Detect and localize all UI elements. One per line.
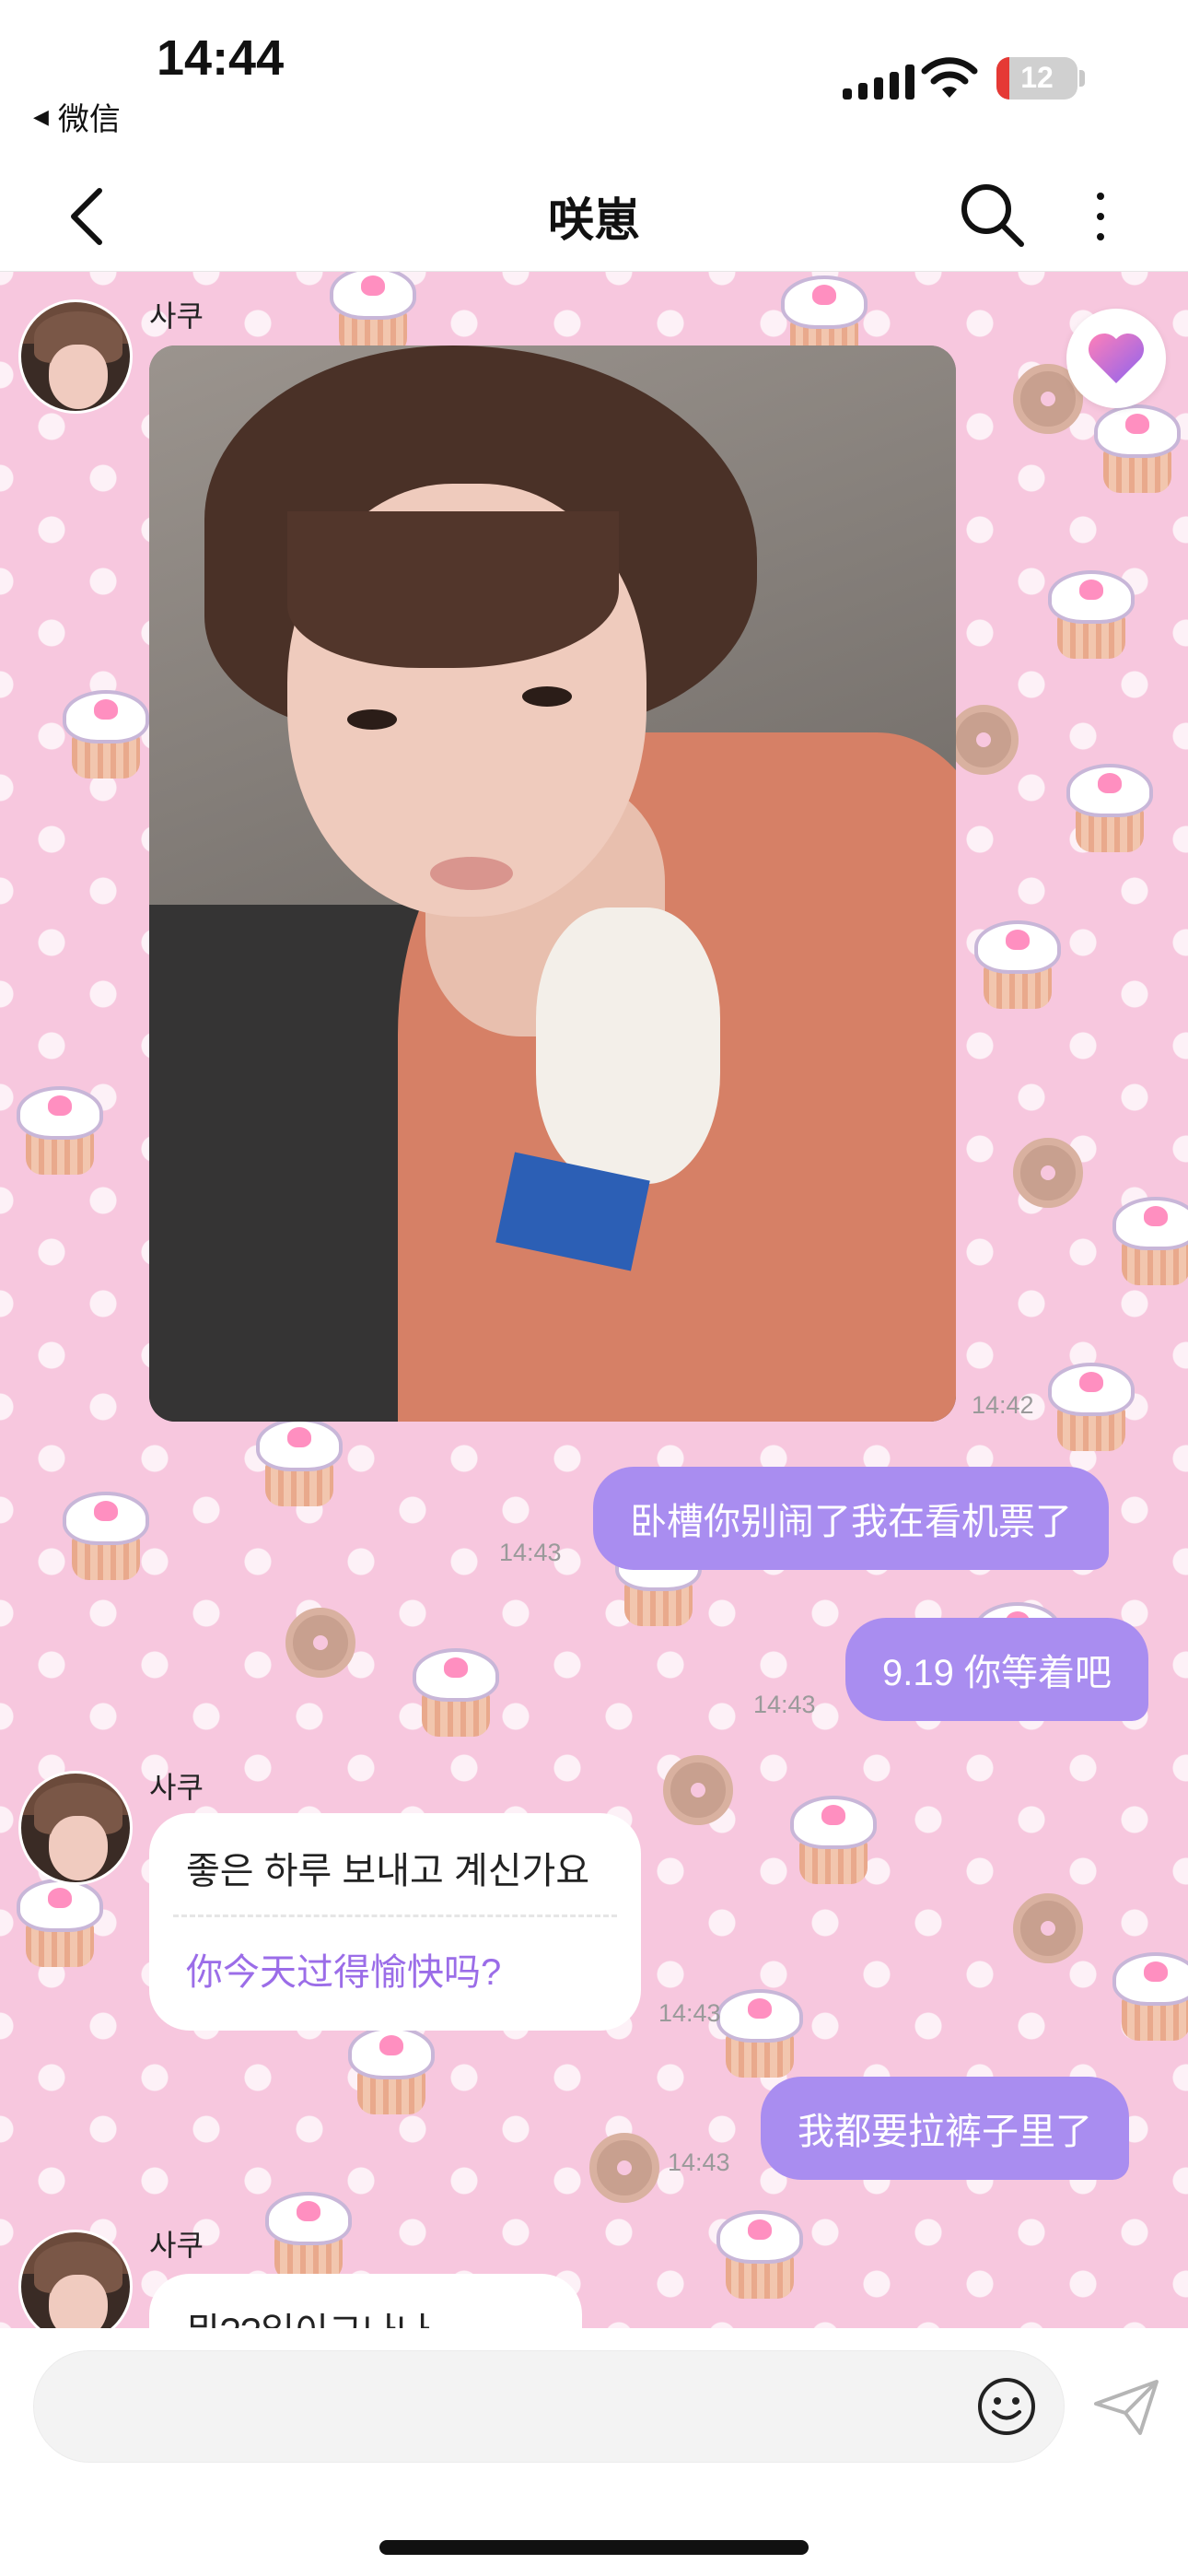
cupcake-decoration xyxy=(55,686,157,779)
avatar[interactable] xyxy=(18,299,133,414)
avatar[interactable] xyxy=(18,1771,133,1885)
back-to-app-link[interactable]: ◀ 微信 xyxy=(33,94,121,139)
emoji-icon[interactable] xyxy=(976,2376,1037,2437)
input-bar xyxy=(0,2328,1188,2576)
cupcake-decoration xyxy=(709,2207,810,2299)
outgoing-message[interactable]: 我都要拉裤子里了 xyxy=(761,2077,1129,2180)
heart-button[interactable] xyxy=(1066,309,1166,408)
cupcake-decoration xyxy=(1087,401,1188,493)
home-indicator[interactable] xyxy=(379,2540,809,2555)
back-triangle-icon: ◀ xyxy=(33,104,49,128)
outgoing-message[interactable]: 9.19 你等着吧 xyxy=(845,1618,1148,1721)
more-icon[interactable] xyxy=(1077,181,1124,252)
cupcake-decoration xyxy=(1105,1949,1188,2041)
original-text: 좋은 하루 보내고 계신가요 xyxy=(186,1851,590,1891)
message-input[interactable] xyxy=(33,2350,1065,2463)
message-time: 14:43 xyxy=(753,1691,816,1718)
sender-name: 사쿠 xyxy=(149,299,204,333)
cupcake-decoration xyxy=(341,2022,442,2114)
cupcake-decoration xyxy=(1105,1193,1188,1285)
status-time: 14:44 xyxy=(157,30,285,86)
battery-level: 12 xyxy=(1020,61,1054,94)
cupcake-decoration xyxy=(1041,1359,1142,1451)
wifi-icon xyxy=(921,57,978,98)
translation-divider xyxy=(173,1914,617,1917)
avatar[interactable] xyxy=(18,2230,133,2344)
cupcake-decoration xyxy=(967,917,1068,1009)
cupcake-decoration xyxy=(9,1875,111,1967)
donut-decoration xyxy=(1013,1138,1083,1208)
donut-decoration xyxy=(949,705,1019,775)
search-icon[interactable] xyxy=(953,176,1031,253)
chat-header: 咲崽 xyxy=(0,161,1188,272)
donut-decoration xyxy=(589,2133,659,2203)
cupcake-decoration xyxy=(1041,567,1142,659)
cupcake-decoration xyxy=(709,1985,810,2078)
incoming-message[interactable]: 뭐??일이그나나 xyxy=(149,2274,582,2328)
donut-decoration xyxy=(285,1608,355,1678)
donut-decoration xyxy=(1013,1893,1083,1963)
back-app-label: 微信 xyxy=(57,102,121,137)
status-bar: 14:44 ◀ 微信 12 xyxy=(0,0,1188,161)
cupcake-decoration xyxy=(249,1414,350,1506)
translated-text: 你今天过得愉快吗? xyxy=(186,1952,502,1993)
cupcake-decoration xyxy=(1059,760,1160,852)
battery-icon: 12 xyxy=(996,57,1077,100)
cupcake-decoration xyxy=(9,1083,111,1175)
message-time: 14:43 xyxy=(658,1999,721,2027)
message-time: 14:43 xyxy=(668,2149,730,2176)
sender-name: 사쿠 xyxy=(149,2229,204,2262)
cupcake-decoration xyxy=(258,2188,359,2280)
incoming-message[interactable]: 좋은 하루 보내고 계신가요 你今天过得愉快吗? xyxy=(149,1813,641,2031)
message-time: 14:42 xyxy=(972,1391,1034,1419)
outgoing-message[interactable]: 卧槽你别闹了我在看机票了 xyxy=(593,1467,1109,1570)
cupcake-decoration xyxy=(783,1792,884,1884)
send-icon[interactable] xyxy=(1092,2376,1160,2437)
cupcake-decoration xyxy=(55,1488,157,1580)
sender-name: 사쿠 xyxy=(149,1771,204,1804)
message-time: 14:43 xyxy=(499,1539,562,1566)
signal-icon xyxy=(843,64,914,100)
donut-decoration xyxy=(663,1755,733,1825)
battery-tip xyxy=(1079,70,1085,87)
heart-icon xyxy=(1088,333,1145,383)
cupcake-decoration xyxy=(405,1645,507,1737)
photo-message[interactable] xyxy=(149,345,956,1422)
original-text: 뭐??일이그나나 xyxy=(186,2301,430,2328)
cupcake-decoration xyxy=(322,272,424,355)
